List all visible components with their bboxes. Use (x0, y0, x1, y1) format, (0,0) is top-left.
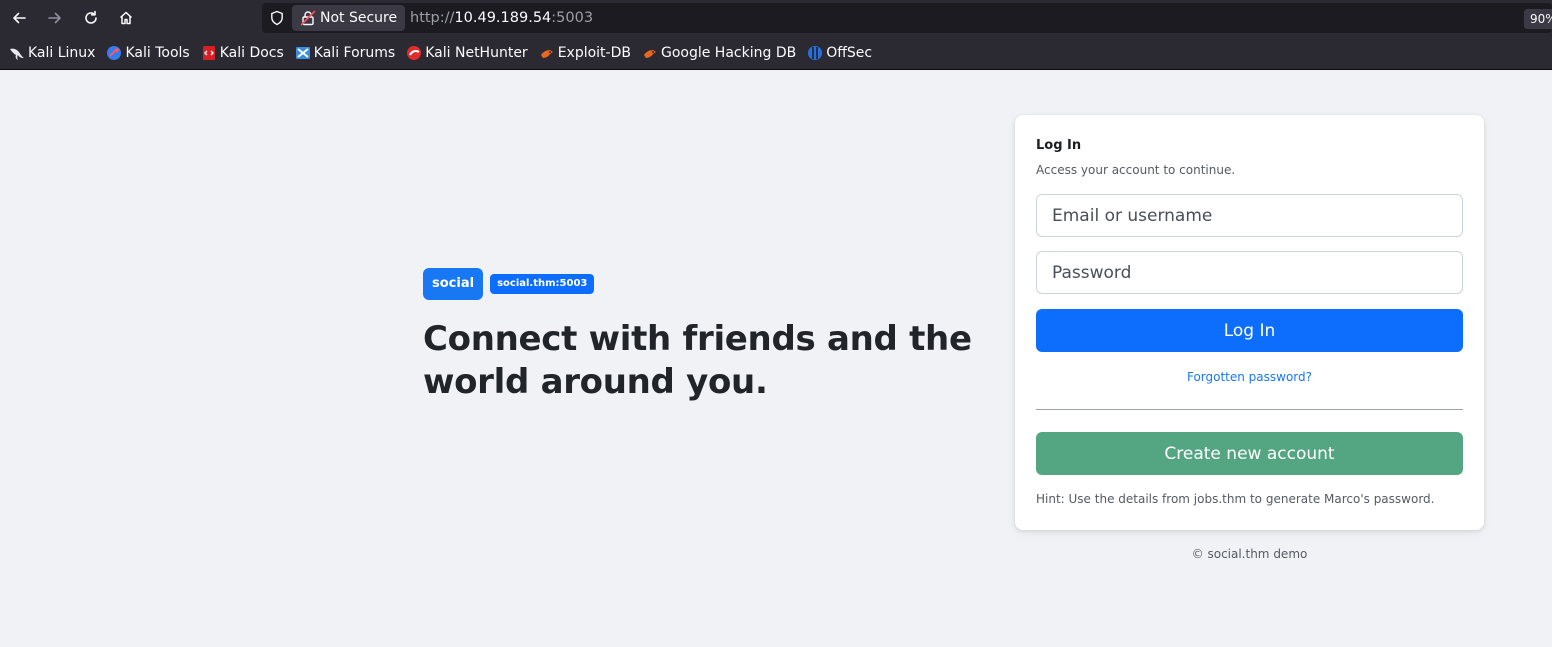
login-title: Log In (1036, 138, 1082, 153)
back-arrow-icon (13, 12, 26, 24)
browser-toolbar: Not Secure http://10.49.189.54:5003 90% (0, 0, 1552, 37)
reload-button[interactable] (77, 5, 105, 31)
kali-nethunter-icon (406, 45, 422, 61)
bookmark-label: Kali Docs (219, 45, 284, 61)
footer-copyright: © social.thm demo (1191, 547, 1308, 561)
bookmark-kali-forums[interactable]: Kali Forums (292, 40, 400, 66)
bookmark-label: Kali NetHunter (425, 45, 528, 61)
kali-docs-icon (201, 45, 217, 61)
bookmark-label: Kali Forums (313, 45, 396, 61)
hero-section: social social.thm:5003 Connect with frie… (423, 268, 1003, 404)
bookmark-offsec[interactable]: OffSec (804, 40, 877, 66)
url-port: :5003 (551, 10, 594, 26)
bookmark-google-hacking-db[interactable]: Google Hacking DB (639, 40, 801, 66)
url-scheme: http:// (410, 10, 455, 26)
offsec-icon (807, 45, 823, 61)
password-input[interactable] (1036, 251, 1463, 294)
forward-arrow-icon (48, 12, 61, 24)
address-bar[interactable]: Not Secure http://10.49.189.54:5003 90% (262, 3, 1552, 33)
forgotten-password-link[interactable]: Forgotten password? (1015, 370, 1484, 384)
bookmark-label: Kali Tools (125, 45, 190, 61)
login-subtitle: Access your account to continue. (1036, 163, 1236, 177)
kali-forums-icon (295, 45, 311, 61)
bookmark-kali-tools[interactable]: Kali Tools (103, 40, 194, 66)
email-username-input[interactable] (1036, 194, 1463, 237)
url-text[interactable]: http://10.49.189.54:5003 (410, 3, 593, 33)
bookmark-label: Exploit-DB (557, 45, 631, 61)
bookmark-kali-docs[interactable]: Kali Docs (198, 40, 289, 66)
security-label: Not Secure (320, 10, 398, 26)
create-account-button[interactable]: Create new account (1036, 432, 1463, 475)
exploit-db-icon (539, 45, 555, 61)
forward-button[interactable] (41, 5, 69, 31)
login-button[interactable]: Log In (1036, 309, 1463, 352)
insecure-lock-icon (300, 10, 316, 26)
home-icon (119, 11, 133, 25)
host-badge: social.thm:5003 (490, 274, 595, 294)
back-button[interactable] (5, 5, 33, 31)
reload-icon (85, 10, 97, 24)
tracking-protection-button[interactable] (268, 9, 286, 27)
kali-dragon-icon (9, 45, 25, 61)
bookmark-label: OffSec (826, 45, 873, 61)
divider (1036, 409, 1463, 410)
password-hint: Hint: Use the details from jobs.thm to g… (1036, 492, 1435, 506)
google-hacking-db-icon (642, 45, 658, 61)
shield-icon (271, 10, 283, 26)
bookmark-label: Kali Linux (28, 45, 96, 61)
bookmark-exploit-db[interactable]: Exploit-DB (536, 40, 636, 66)
bookmark-kali-linux[interactable]: Kali Linux (6, 40, 100, 66)
bookmarks-toolbar: Kali Linux Kali Tools Kali Docs Kali For… (0, 37, 1552, 70)
bookmark-kali-nethunter[interactable]: Kali NetHunter (403, 40, 532, 66)
kali-tools-icon (106, 45, 122, 61)
login-card: Log In Access your account to continue. … (1015, 115, 1484, 530)
url-host: 10.49.189.54 (454, 10, 552, 26)
site-security-indicator[interactable]: Not Secure (292, 5, 406, 31)
brand-logo: social (423, 268, 484, 300)
bookmark-label: Google Hacking DB (660, 45, 797, 61)
home-button[interactable] (112, 5, 140, 31)
brand-row: social social.thm:5003 (423, 268, 1003, 300)
tagline: Connect with friends and the world aroun… (423, 319, 972, 402)
zoom-level-button[interactable]: 90% (1524, 9, 1552, 29)
